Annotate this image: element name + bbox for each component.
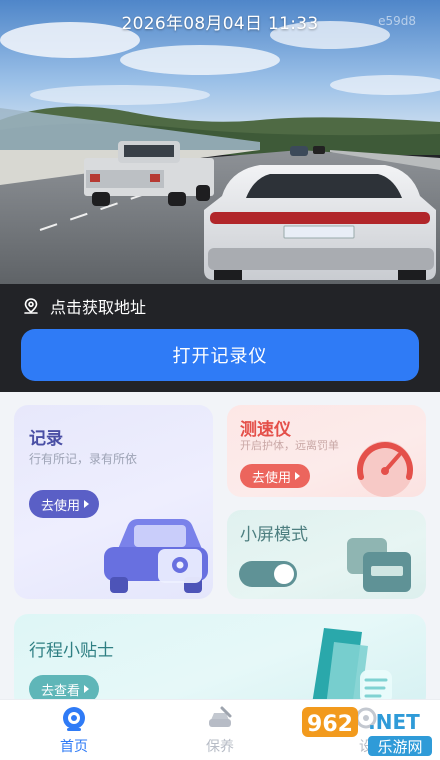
corner-mark: e59d8 xyxy=(378,14,416,28)
book-icon xyxy=(312,628,392,710)
small-screen-card-title: 小屏模式 xyxy=(240,525,308,545)
windows-icon xyxy=(347,538,411,592)
nav-maintenance[interactable]: 保养 xyxy=(180,706,260,756)
nav-home[interactable]: 首页 xyxy=(34,706,114,756)
site-watermark-logo: 962 .NET 乐游网 xyxy=(302,707,432,756)
recording-timestamp: 2026年08月04日 11:33 xyxy=(121,14,319,34)
road-scene-image xyxy=(0,0,440,284)
nav-maintenance-label: 保养 xyxy=(206,739,234,755)
play-arrow-icon xyxy=(84,685,90,693)
small-screen-toggle[interactable] xyxy=(239,561,297,587)
travel-tips-view-label: 去查看 xyxy=(41,683,81,699)
camera-panel: 2026年08月04日 11:33 e59d8 点击获取地址 打开记录仪 xyxy=(0,0,440,392)
svg-text:.NET: .NET xyxy=(368,710,420,734)
get-location-link[interactable]: 点击获取地址 xyxy=(22,294,146,318)
svg-text:962: 962 xyxy=(307,712,353,737)
location-pin-icon xyxy=(24,298,38,314)
record-card-subtitle: 行有所记，录有所依 xyxy=(29,452,138,466)
toggle-knob xyxy=(274,564,294,584)
camera-home-icon xyxy=(63,707,85,731)
location-label: 点击获取地址 xyxy=(50,298,147,317)
small-screen-card[interactable]: 小屏模式 xyxy=(227,510,426,599)
speedometer-use-button[interactable]: 去使用 xyxy=(240,464,311,488)
speedometer-use-label: 去使用 xyxy=(252,470,292,486)
travel-tips-card[interactable]: 行程小贴士 去查看 xyxy=(14,614,426,710)
speedometer-card[interactable]: 测速仪 开启护体，远离罚单 去使用 xyxy=(227,405,426,497)
record-use-button[interactable]: 去使用 xyxy=(29,490,100,518)
play-arrow-icon xyxy=(84,500,90,508)
speedometer-icon xyxy=(357,441,413,497)
svg-text:乐游网: 乐游网 xyxy=(377,738,422,756)
wrench-car-icon xyxy=(209,706,232,727)
record-use-label: 去使用 xyxy=(41,498,81,514)
play-arrow-icon xyxy=(295,472,301,480)
speedometer-card-subtitle: 开启护体，远离罚单 xyxy=(240,439,339,452)
nav-home-label: 首页 xyxy=(60,739,88,755)
travel-tips-title: 行程小贴士 xyxy=(29,641,114,661)
camera-preview: 2026年08月04日 11:33 e59d8 xyxy=(0,0,440,284)
open-recorder-button[interactable]: 打开记录仪 xyxy=(21,329,419,381)
record-card[interactable]: 记录 行有所记，录有所依 去使用 xyxy=(14,405,213,599)
car-camera-icon xyxy=(104,519,208,593)
record-card-title: 记录 xyxy=(29,429,63,449)
